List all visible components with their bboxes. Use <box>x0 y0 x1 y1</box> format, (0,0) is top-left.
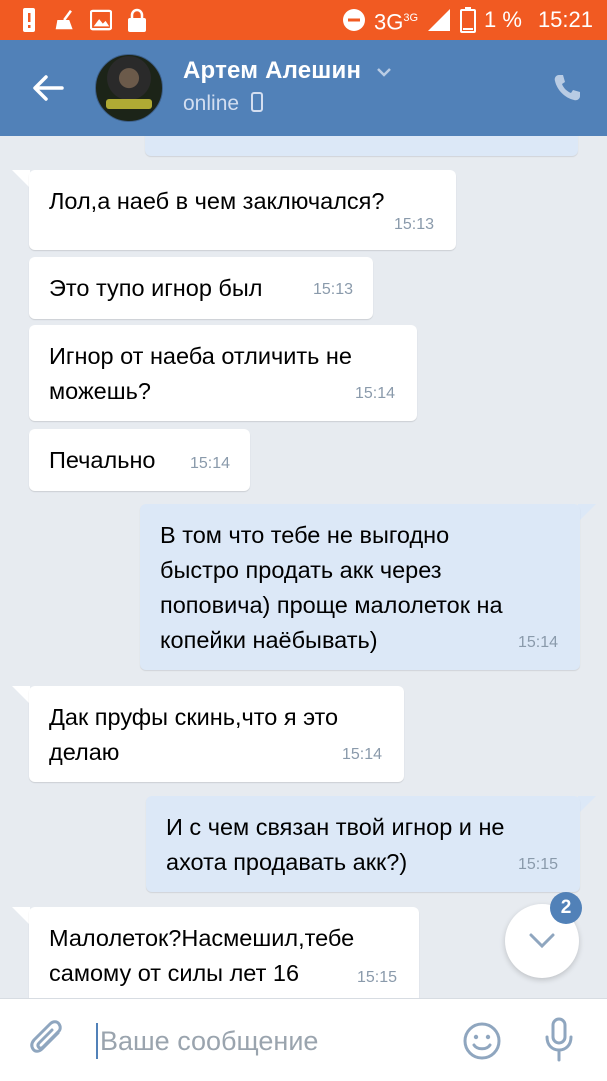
message-list[interactable]: 15:12 Лол,а наеб в чем заключался? 15:13… <box>0 136 607 998</box>
signal-icon <box>428 9 451 31</box>
message-input[interactable] <box>100 1019 430 1063</box>
message-bubble-incoming[interactable]: Лол,а наеб в чем заключался? 15:13 <box>29 170 456 250</box>
message-text: В том что тебе не выгодно быстро продать… <box>160 522 503 653</box>
dnd-icon <box>342 9 365 31</box>
chat-header: Артем Алешин online <box>0 40 607 136</box>
unread-count-badge: 2 <box>550 892 582 924</box>
microphone-icon[interactable] <box>542 1017 576 1063</box>
battery-icon <box>460 7 477 33</box>
back-arrow-icon[interactable] <box>30 70 66 106</box>
message-bubble-incoming[interactable]: Это тупо игнор был 15:13 <box>29 257 373 319</box>
lock-icon <box>126 8 148 32</box>
online-status: online <box>183 92 263 116</box>
text-cursor <box>96 1023 98 1059</box>
message-time: 15:13 <box>312 281 353 298</box>
message-time: 15:14 <box>189 455 230 472</box>
message-time: 15:15 <box>517 856 558 873</box>
message-time: 15:13 <box>393 216 434 233</box>
chevron-down-icon <box>529 933 555 949</box>
message-composer <box>0 998 607 1081</box>
status-bar: 3G3G 1 % 15:21 <box>0 0 607 40</box>
message-text: Печально <box>49 447 156 473</box>
message-bubble-incoming[interactable]: Печально 15:14 <box>29 429 250 491</box>
message-time: 15:12 <box>516 136 556 148</box>
message-text: Игнор от наеба отличить не можешь? <box>49 343 352 404</box>
network-type: 3G3G <box>373 9 419 35</box>
message-text: Лол,а наеб в чем заключался? <box>49 188 385 214</box>
alert-icon <box>18 8 40 32</box>
message-text: Малолеток?Насмешил,тебе самому от силы л… <box>49 925 355 986</box>
message-time: 15:15 <box>356 969 397 986</box>
message-time: 15:14 <box>517 634 558 651</box>
phone-icon[interactable] <box>551 72 583 104</box>
message-text: Дак пруфы скинь,что я это делаю <box>49 704 339 765</box>
mobile-device-icon <box>250 92 263 112</box>
message-bubble-incoming[interactable]: Игнор от наеба отличить не можешь? 15:14 <box>29 325 417 421</box>
attach-paperclip-icon[interactable] <box>28 1019 66 1063</box>
clock: 15:21 <box>537 7 593 32</box>
image-icon <box>90 9 112 31</box>
message-bubble-outgoing[interactable]: В том что тебе не выгодно быстро продать… <box>140 504 580 670</box>
message-bubble-incoming[interactable]: Малолеток?Насмешил,тебе самому от силы л… <box>29 907 419 998</box>
message-text: Это тупо игнор был <box>49 275 263 301</box>
broom-icon <box>54 9 76 31</box>
message-text: И с чем связан твой игнор и не ахота про… <box>166 814 505 875</box>
message-time: 15:14 <box>354 385 395 402</box>
chevron-down-icon[interactable] <box>376 66 392 78</box>
message-bubble-outgoing[interactable]: 15:12 <box>145 136 578 156</box>
message-time: 15:14 <box>341 746 382 763</box>
contact-name[interactable]: Артем Алешин <box>183 57 361 85</box>
battery-level: 1 % <box>484 7 522 32</box>
avatar[interactable] <box>95 54 163 122</box>
message-bubble-incoming[interactable]: Дак пруфы скинь,что я это делаю 15:14 <box>29 686 404 782</box>
message-bubble-outgoing[interactable]: И с чем связан твой игнор и не ахота про… <box>146 796 580 892</box>
emoji-icon[interactable] <box>462 1021 502 1061</box>
